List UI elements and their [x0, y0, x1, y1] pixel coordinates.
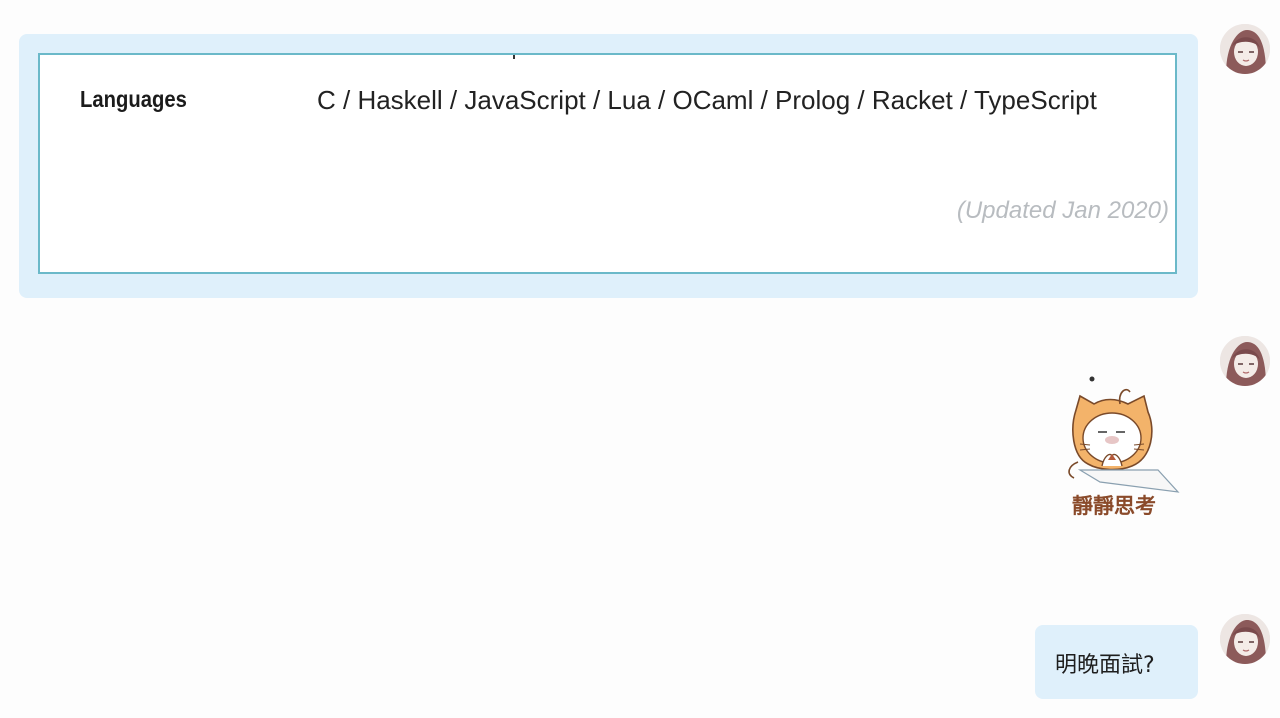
avatar[interactable]	[1220, 614, 1270, 664]
languages-value: C / Haskell / JavaScript / Lua / OCaml /…	[317, 85, 1097, 115]
languages-label: Languages	[80, 86, 187, 112]
avatar[interactable]	[1220, 336, 1270, 386]
sticker-caption: 靜靜思考	[1072, 494, 1156, 518]
message-text: 明晚面試?	[1055, 653, 1155, 678]
avatar-portrait-icon	[1220, 24, 1270, 74]
avatar-portrait-icon	[1220, 336, 1270, 386]
message-bubble-text[interactable]: 明晚面試?	[1035, 625, 1198, 699]
sticker-message[interactable]: 靜靜思考	[1060, 370, 1190, 520]
thinking-cat-sticker-icon: 靜靜思考	[1068, 376, 1180, 518]
card-divider-mark	[513, 55, 515, 59]
message-bubble-card[interactable]: Languages C / Haskell / JavaScript / Lua…	[19, 34, 1198, 298]
avatar-portrait-icon	[1220, 614, 1270, 664]
updated-note: (Updated Jan 2020)	[956, 197, 1169, 224]
info-card: Languages C / Haskell / JavaScript / Lua…	[38, 53, 1177, 274]
chat-thread: Languages C / Haskell / JavaScript / Lua…	[0, 0, 1280, 718]
avatar[interactable]	[1220, 24, 1270, 74]
